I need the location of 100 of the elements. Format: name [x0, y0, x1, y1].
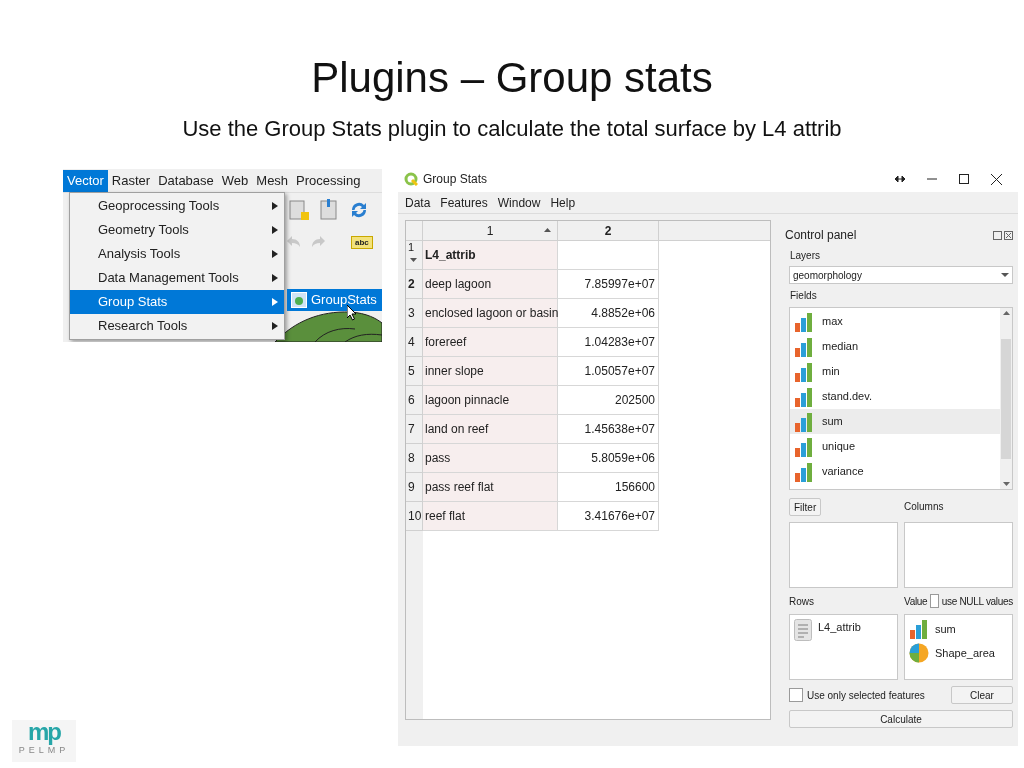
- checkbox-label: use NULL values: [941, 594, 1013, 609]
- submenu-arrow-icon: [272, 322, 278, 330]
- menubar-item[interactable]: Vector: [63, 169, 108, 192]
- logo: mp PELMP: [12, 720, 76, 762]
- menubar-item[interactable]: Web: [217, 169, 253, 192]
- bar-chart-icon: [794, 461, 814, 482]
- field-item[interactable]: max: [790, 309, 1000, 334]
- menubar-item[interactable]: Database: [154, 169, 218, 192]
- maximize-icon[interactable]: [959, 174, 969, 184]
- table-cell: pass reef flat: [423, 473, 558, 502]
- clear-button[interactable]: Clear: [951, 686, 1013, 704]
- table-cell: inner slope: [423, 357, 558, 386]
- scroll-down-icon[interactable]: [1002, 482, 1010, 486]
- slide-title: Plugins – Group stats: [310, 53, 714, 103]
- column-header[interactable]: 2: [558, 221, 659, 240]
- label-tool-icon[interactable]: abc: [351, 235, 373, 249]
- mouse-cursor-icon: [347, 305, 357, 321]
- layer-icon: [288, 199, 310, 221]
- menu-item[interactable]: Geoprocessing Tools: [70, 194, 284, 218]
- bar-chart-icon: [794, 436, 814, 457]
- table-cell: deep lagoon: [423, 270, 558, 299]
- checkbox[interactable]: [789, 688, 803, 702]
- submenu-arrow-icon: [272, 226, 278, 234]
- menu-item[interactable]: Features: [440, 193, 488, 212]
- table-cell: reef flat: [423, 502, 558, 531]
- table-cell: 4.8852e+06: [558, 299, 659, 328]
- field-item[interactable]: unique: [790, 434, 1000, 459]
- submenu-arrow-icon: [272, 274, 278, 282]
- submenu-arrow-icon: [272, 202, 278, 210]
- submenu-arrow-icon: [272, 250, 278, 258]
- window-title: Group Stats: [423, 171, 488, 188]
- field-item[interactable]: min: [790, 359, 1000, 384]
- submenu-arrow-icon: [272, 298, 278, 306]
- table-cell: 5.8059e+06: [558, 444, 659, 473]
- menubar-item[interactable]: Raster: [107, 169, 155, 192]
- table-cell: enclosed lagoon or basin: [423, 299, 558, 328]
- table-cell: lagoon pinnacle: [423, 386, 558, 415]
- dock-buttons-icon[interactable]: [993, 230, 1013, 240]
- scrollbar[interactable]: [1000, 308, 1012, 489]
- value-box[interactable]: sum Shape_area: [904, 614, 1013, 680]
- column-header[interactable]: 1: [423, 221, 558, 240]
- caret-icon: [1001, 273, 1009, 277]
- plugin-icon: [291, 292, 307, 308]
- pie-chart-icon: [909, 643, 929, 663]
- menu-item[interactable]: Group Stats: [70, 290, 284, 314]
- bar-chart-icon: [794, 386, 814, 407]
- panel-title: Control panel: [785, 227, 857, 244]
- field-item[interactable]: stand.dev.: [790, 384, 1000, 409]
- submenu-item[interactable]: GroupStats: [287, 289, 382, 311]
- table-cell: 202500: [558, 386, 659, 415]
- rows-box[interactable]: L4_attrib: [789, 614, 898, 680]
- menubar-item[interactable]: Processing: [292, 169, 365, 192]
- row-field-item[interactable]: L4_attrib: [794, 619, 893, 641]
- scroll-up-icon[interactable]: [1002, 311, 1010, 315]
- menu-item[interactable]: Data Management Tools: [70, 266, 284, 290]
- value-field-item[interactable]: sum: [909, 619, 1008, 639]
- table-cell: 156600: [558, 473, 659, 502]
- sort-arrow-icon: [410, 258, 417, 262]
- bar-chart-icon: [794, 336, 814, 357]
- bar-chart-icon: [794, 411, 814, 432]
- field-item[interactable]: variance: [790, 459, 1000, 484]
- text-field-icon: [794, 619, 812, 641]
- layer-icon: [318, 199, 340, 221]
- bar-chart-icon: [909, 619, 929, 639]
- table-cell: land on reef: [423, 415, 558, 444]
- table-cell: 3.41676e+07: [558, 502, 659, 531]
- table-cell: 1.45638e+07: [558, 415, 659, 444]
- slide-subtitle: Use the Group Stats plugin to calculate the total surface by L4 attrib: [181, 115, 843, 143]
- menu-item[interactable]: Geometry Tools: [70, 218, 284, 242]
- menu-item[interactable]: Help: [550, 193, 576, 212]
- field-label: Rows: [789, 594, 814, 609]
- calculate-button[interactable]: Calculate: [789, 710, 1013, 728]
- menu-item[interactable]: Window: [497, 193, 541, 212]
- field-label: Layers: [789, 249, 821, 263]
- checkbox[interactable]: [930, 594, 939, 608]
- field-label: Fields: [789, 289, 818, 303]
- field-label: Columns: [904, 499, 944, 514]
- menu-item[interactable]: Research Tools: [70, 314, 284, 338]
- layer-dropdown[interactable]: geomorphology: [789, 266, 1013, 284]
- resize-icon[interactable]: [895, 176, 905, 182]
- bar-chart-icon: [794, 361, 814, 382]
- close-icon[interactable]: [991, 173, 1002, 185]
- table-cell: forereef: [423, 328, 558, 357]
- table-cell: pass: [423, 444, 558, 473]
- value-field-item[interactable]: Shape_area: [909, 643, 1008, 663]
- table-cell: 1.05057e+07: [558, 357, 659, 386]
- field-label: Value: [904, 594, 928, 609]
- filter-button[interactable]: Filter: [789, 498, 822, 516]
- table-cell: 1.04283e+07: [558, 328, 659, 357]
- sort-arrow-icon: [544, 228, 551, 232]
- menu-item[interactable]: Data: [405, 193, 431, 212]
- menubar-item[interactable]: Mesh: [252, 169, 293, 192]
- field-item[interactable]: median: [790, 334, 1000, 359]
- app-logo-icon: [404, 172, 418, 186]
- menu-item[interactable]: Analysis Tools: [70, 242, 284, 266]
- bar-chart-icon: [794, 311, 814, 332]
- table-cell: L4_attrib: [423, 241, 558, 270]
- table-cell: 7.85997e+07: [558, 270, 659, 299]
- field-item[interactable]: sum: [790, 409, 1000, 434]
- checkbox-label: Use only selected features: [807, 688, 925, 703]
